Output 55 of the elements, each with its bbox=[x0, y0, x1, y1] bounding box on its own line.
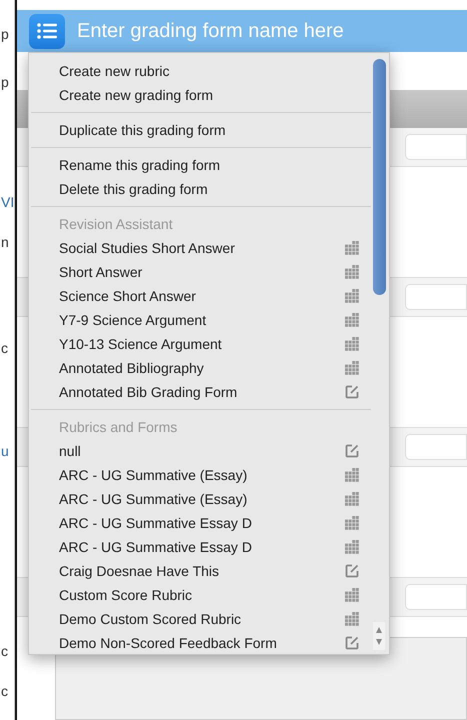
grid-icon bbox=[345, 241, 359, 255]
input-field[interactable] bbox=[405, 134, 467, 160]
input-field[interactable] bbox=[405, 584, 467, 610]
menu-item[interactable]: Social Studies Short Answer bbox=[31, 236, 371, 260]
menu-item[interactable]: Create new rubric bbox=[31, 59, 371, 83]
menu-item[interactable]: Create new grading form bbox=[31, 83, 371, 107]
menu-item[interactable]: Demo Custom Scored Rubric bbox=[31, 607, 371, 631]
section-heading: Rubrics and Forms bbox=[58, 418, 178, 437]
menu-item[interactable]: null bbox=[31, 439, 371, 463]
grid-icon bbox=[345, 612, 359, 626]
scroll-thumb[interactable] bbox=[372, 59, 386, 295]
menu-item[interactable]: ARC - UG Summative (Essay) bbox=[31, 487, 371, 511]
grid-icon bbox=[345, 540, 359, 554]
grid-icon bbox=[345, 265, 359, 279]
edit-icon bbox=[345, 444, 359, 458]
menu-item[interactable]: Science Short Answer bbox=[31, 284, 371, 308]
menu-item[interactable]: Duplicate this grading form bbox=[31, 118, 371, 142]
text-fragment: c bbox=[1, 683, 9, 699]
grid-icon bbox=[345, 516, 359, 530]
list-icon bbox=[37, 23, 57, 39]
text-fragment: p bbox=[1, 26, 10, 42]
scroll-arrows-icon[interactable] bbox=[373, 622, 385, 650]
menu-item[interactable]: Y10-13 Science Argument bbox=[31, 332, 371, 356]
grid-icon bbox=[345, 588, 359, 602]
grid-icon bbox=[345, 492, 359, 506]
edit-icon bbox=[345, 636, 359, 650]
menu-item[interactable]: Y7-9 Science Argument bbox=[31, 308, 371, 332]
text-fragment: c bbox=[1, 340, 9, 356]
section-heading: Revision Assistant bbox=[58, 215, 174, 234]
menu-item[interactable]: Annotated Bibliography bbox=[31, 356, 371, 380]
text-fragment: c bbox=[1, 643, 9, 659]
text-fragment: p bbox=[1, 74, 10, 90]
menu-item[interactable]: ARC - UG Summative Essay D bbox=[31, 511, 371, 535]
input-field[interactable] bbox=[405, 434, 467, 460]
grid-icon bbox=[345, 313, 359, 327]
menu-item[interactable]: ARC - UG Summative (Essay) bbox=[31, 463, 371, 487]
menu-item[interactable]: Demo Non-Scored Feedback Form bbox=[31, 631, 371, 655]
link-fragment[interactable]: u bbox=[1, 443, 14, 459]
edit-icon bbox=[345, 564, 359, 578]
menu-button[interactable] bbox=[29, 14, 65, 48]
menu-item[interactable]: Annotated Bib Grading Form bbox=[31, 380, 371, 404]
menu-item[interactable]: ARC - UG Summative Essay D bbox=[31, 535, 371, 559]
text-fragment: n bbox=[1, 234, 10, 250]
input-field[interactable] bbox=[405, 284, 467, 310]
grid-icon bbox=[345, 361, 359, 375]
menu-item[interactable]: Craig Doesnae Have This bbox=[31, 559, 371, 583]
grid-icon bbox=[345, 337, 359, 351]
menu-item[interactable]: Rename this grading form bbox=[31, 153, 371, 177]
menu-item[interactable]: Short Answer bbox=[31, 260, 371, 284]
grid-icon bbox=[345, 468, 359, 482]
menu-item[interactable]: Custom Score Rubric bbox=[31, 583, 371, 607]
link-fragment[interactable]: VI bbox=[1, 194, 14, 210]
grid-icon bbox=[345, 289, 359, 303]
menu-item[interactable]: Delete this grading form bbox=[31, 177, 371, 201]
edit-icon bbox=[345, 385, 359, 399]
